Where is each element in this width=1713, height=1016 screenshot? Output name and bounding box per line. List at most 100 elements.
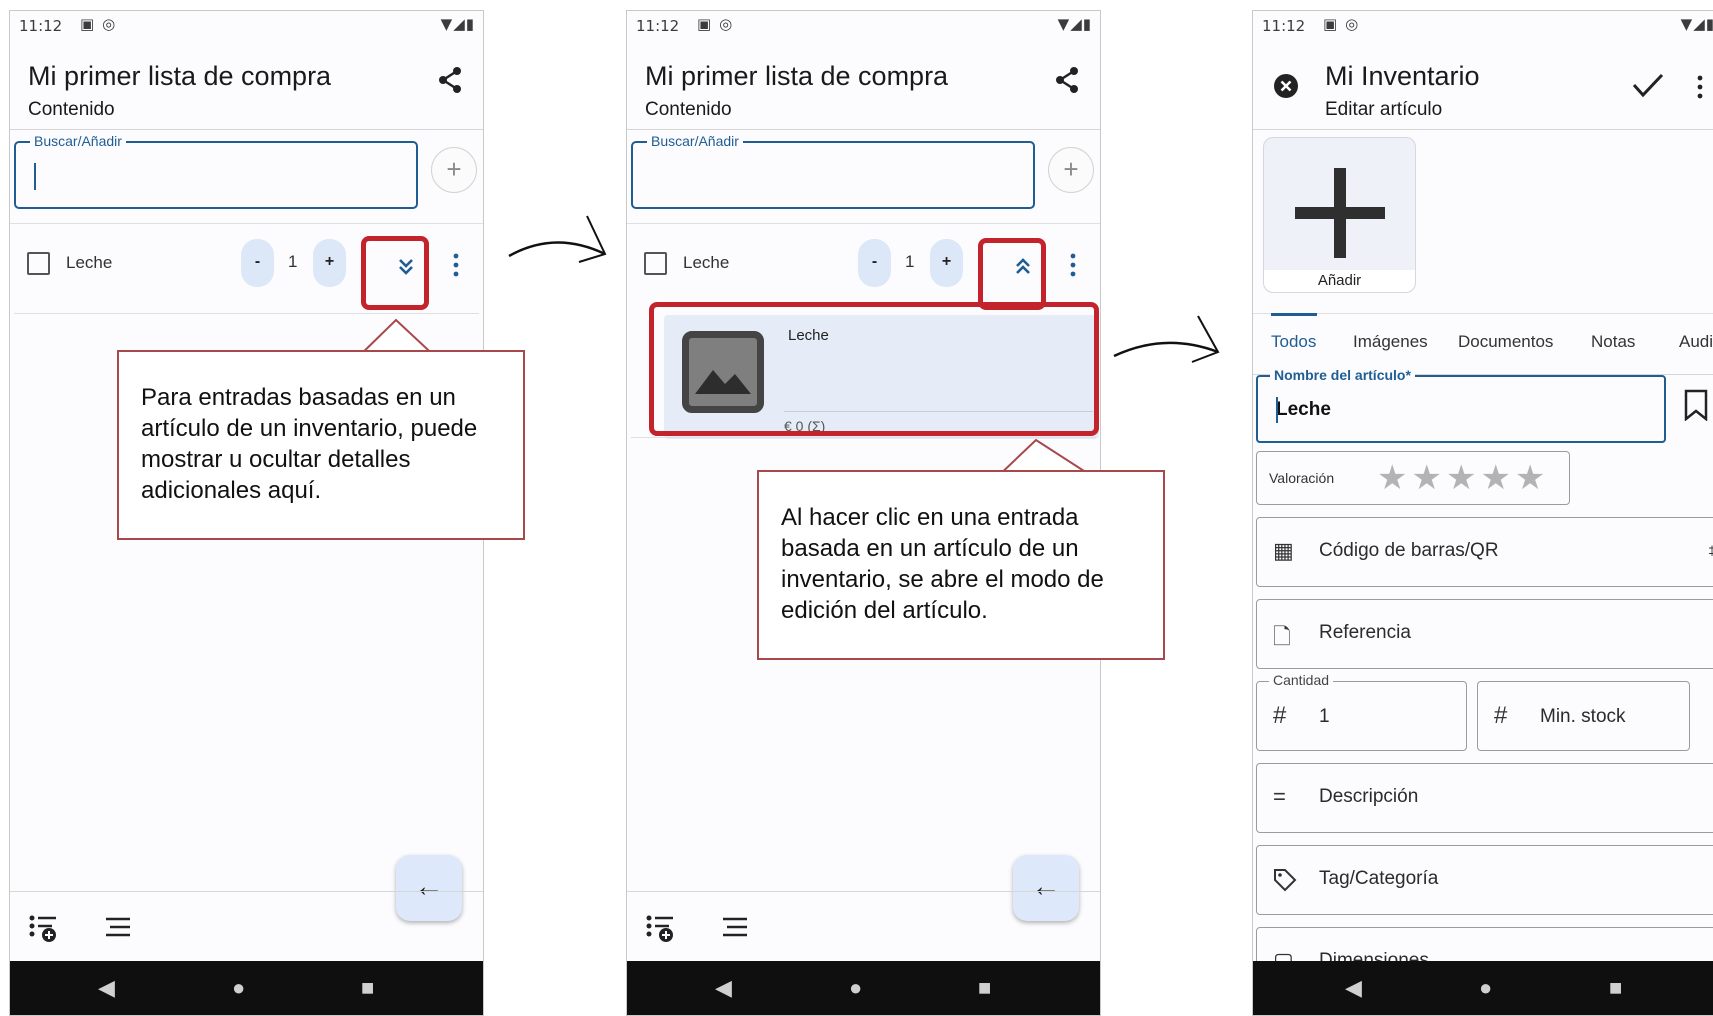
quantity-label: Cantidad [1269, 672, 1334, 688]
description-field[interactable]: = Descripción [1256, 763, 1713, 833]
quantity-value: 1 [288, 252, 298, 271]
tag-field[interactable]: Tag/Categoría [1256, 845, 1713, 915]
add-button[interactable]: + [1048, 147, 1094, 193]
tab-documentos[interactable]: Documentos [1458, 332, 1553, 352]
signal-battery-icons: ▼◢▮ [1680, 15, 1713, 33]
add-list-icon[interactable] [28, 912, 60, 944]
bottom-bar [627, 891, 1100, 964]
page-subtitle: Editar artículo [1325, 99, 1443, 120]
rating-field[interactable]: Valoración ★★★★★ [1256, 451, 1570, 505]
callout-expand-details: Para entradas basadas en un artículo de … [117, 350, 525, 540]
nav-recents-icon[interactable]: ■ [978, 975, 991, 1001]
notification-icons: ▣◎ [697, 15, 741, 33]
quantity-value: 1 [1319, 706, 1330, 727]
search-label: Buscar/Añadir [30, 133, 126, 149]
sort-icon[interactable] [721, 916, 749, 940]
checkmark-icon[interactable] [1631, 71, 1665, 99]
tag-label: Tag/Categoría [1319, 868, 1439, 889]
signal-battery-icons: ▼◢▮ [440, 15, 475, 33]
text-cursor [34, 163, 36, 190]
add-button[interactable]: + [431, 147, 477, 193]
item-checkbox[interactable] [644, 252, 667, 275]
close-icon[interactable] [1273, 73, 1299, 99]
page-title: Mi primer lista de compra [645, 61, 949, 91]
notification-icons: ▣◎ [80, 15, 124, 33]
reference-field[interactable]: 🗋 Referencia [1256, 599, 1713, 669]
nav-back-icon[interactable]: ◀ [1345, 975, 1362, 1001]
min-stock-field[interactable]: # Min. stock [1477, 681, 1690, 751]
document-info-icon: 🗋 [1273, 624, 1291, 649]
share-icon[interactable] [435, 65, 465, 95]
page-title: Mi Inventario [1325, 61, 1480, 91]
tag-icon [1274, 869, 1297, 892]
description-icon: = [1273, 784, 1286, 809]
barcode-field[interactable]: ▦ Código de barras/QR ⌗ [1256, 517, 1713, 587]
nav-home-icon[interactable]: ● [1479, 975, 1492, 1001]
divider [10, 223, 483, 224]
nav-home-icon[interactable]: ● [232, 975, 245, 1001]
add-image-button[interactable]: Añadir [1263, 137, 1416, 293]
more-options-icon[interactable] [1693, 73, 1707, 101]
nav-back-icon[interactable]: ◀ [715, 975, 732, 1001]
search-input[interactable]: Buscar/Añadir [14, 133, 418, 209]
highlight-box-collapse [978, 238, 1046, 310]
tab-notas[interactable]: Notas [1591, 332, 1635, 352]
system-nav-bar: ◀ ● ■ [1253, 961, 1713, 1015]
nav-back-icon[interactable]: ◀ [98, 975, 115, 1001]
status-time: 11:12 [1262, 17, 1306, 35]
item-checkbox[interactable] [27, 252, 50, 275]
page-subtitle: Contenido [28, 99, 115, 120]
tab-bar: Todos Imágenes Documentos Notas Audi [1253, 313, 1713, 375]
divider [14, 313, 479, 314]
item-name-value: Leche [1276, 399, 1331, 420]
more-options-icon[interactable] [1066, 251, 1080, 279]
highlight-box-card [649, 302, 1099, 436]
increment-button[interactable]: + [930, 239, 963, 287]
tab-imagenes[interactable]: Imágenes [1353, 332, 1428, 352]
add-image-label: Añadir [1264, 270, 1415, 292]
quantity-field[interactable]: Cantidad # 1 [1256, 672, 1467, 751]
system-nav-bar: ◀ ● ■ [627, 961, 1100, 1015]
item-name-field[interactable]: Nombre del artículo* Leche [1256, 367, 1666, 443]
tab-audio[interactable]: Audi [1679, 332, 1713, 352]
min-stock-label: Min. stock [1540, 706, 1626, 727]
app-bar: Mi Inventario Editar artículo [1253, 41, 1713, 130]
share-icon[interactable] [1052, 65, 1082, 95]
increment-button[interactable]: + [313, 239, 346, 287]
nav-home-icon[interactable]: ● [849, 975, 862, 1001]
description-label: Descripción [1319, 786, 1419, 807]
decrement-button[interactable]: - [858, 239, 891, 287]
decrement-button[interactable]: - [241, 239, 274, 287]
search-input[interactable]: Buscar/Añadir [631, 133, 1035, 209]
bookmark-icon[interactable] [1683, 389, 1709, 421]
app-bar: Mi primer lista de compra Contenido [10, 41, 483, 130]
plus-icon [1295, 168, 1385, 258]
notification-icons: ▣◎ [1323, 15, 1367, 33]
more-options-icon[interactable] [449, 251, 463, 279]
flow-arrow-icon [1113, 315, 1220, 363]
barcode-label: Código de barras/QR [1319, 540, 1499, 561]
divider [627, 223, 1100, 224]
tab-todos[interactable]: Todos [1271, 332, 1316, 352]
qr-code-icon: ▦ [1273, 538, 1294, 563]
callout-edit-mode: Al hacer clic en una entrada basada en u… [757, 470, 1165, 660]
status-bar: 11:12 ▣◎ ▼◢▮ [10, 11, 483, 41]
hash-icon: # [1494, 702, 1508, 729]
system-nav-bar: ◀ ● ■ [10, 961, 483, 1015]
reference-label: Referencia [1319, 622, 1411, 643]
star-rating-icon[interactable]: ★★★★★ [1377, 458, 1549, 498]
sort-icon[interactable] [104, 916, 132, 940]
nav-recents-icon[interactable]: ■ [361, 975, 374, 1001]
signal-battery-icons: ▼◢▮ [1057, 15, 1092, 33]
item-name-label: Nombre del artículo* [1270, 367, 1415, 383]
status-time: 11:12 [636, 17, 680, 35]
nav-recents-icon[interactable]: ■ [1609, 975, 1622, 1001]
phone-screen-edit-item: 11:12 ▣◎ ▼◢▮ Mi Inventario Editar artícu… [1252, 10, 1713, 1016]
page-subtitle: Contenido [645, 99, 732, 120]
flow-arrow-icon [508, 215, 607, 263]
scan-icon[interactable]: ⌗ [1709, 538, 1713, 564]
bottom-bar [10, 891, 483, 964]
status-time: 11:12 [19, 17, 63, 35]
item-label: Leche [683, 253, 730, 272]
add-list-icon[interactable] [645, 912, 677, 944]
